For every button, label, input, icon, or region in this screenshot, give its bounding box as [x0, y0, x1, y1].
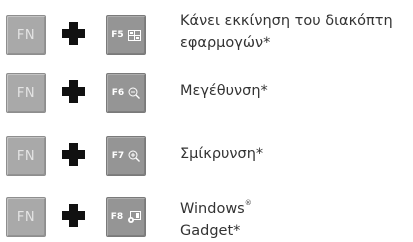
description-line2: εφαρμογών*	[180, 35, 271, 51]
plus-icon	[62, 22, 85, 45]
fn-key: FN	[6, 136, 46, 176]
f8-key: F8	[106, 197, 146, 237]
shortcut-description: Μεγέθυνση*	[180, 80, 268, 102]
description-line1: Κάνει εκκίνηση του διακόπτη	[180, 13, 393, 29]
plus-icon	[62, 204, 85, 227]
plus-icon	[62, 80, 85, 103]
shortcut-description: Windows® Gadget*	[180, 192, 252, 242]
fn-key: FN	[6, 73, 46, 113]
shortcut-description: Κάνει εκκίνηση του διακόπτη εφαρμογών*	[180, 10, 393, 54]
description-line1: Windows®	[180, 199, 252, 217]
registered-mark: ®	[244, 199, 252, 207]
f6-key: F6	[106, 73, 146, 113]
description-line2: Gadget*	[180, 223, 241, 239]
key-label: F8	[110, 212, 124, 222]
plus-icon	[62, 143, 85, 166]
shortcut-description: Σμίκρυνση*	[180, 143, 263, 165]
app-switcher-icon	[127, 29, 141, 41]
key-label: F6	[111, 88, 125, 98]
fn-key: FN	[6, 15, 46, 55]
description-line1: Σμίκρυνση*	[180, 146, 264, 162]
windows-gadget-icon	[128, 210, 142, 223]
key-label: F7	[111, 151, 125, 161]
key-label: F5	[111, 30, 124, 40]
f5-key: F5	[106, 15, 146, 55]
zoom-in-icon	[128, 150, 141, 162]
zoom-out-icon	[128, 87, 141, 99]
fn-key: FN	[6, 197, 46, 237]
f7-key: F7	[106, 136, 146, 176]
description-line1: Μεγέθυνση*	[180, 83, 268, 99]
